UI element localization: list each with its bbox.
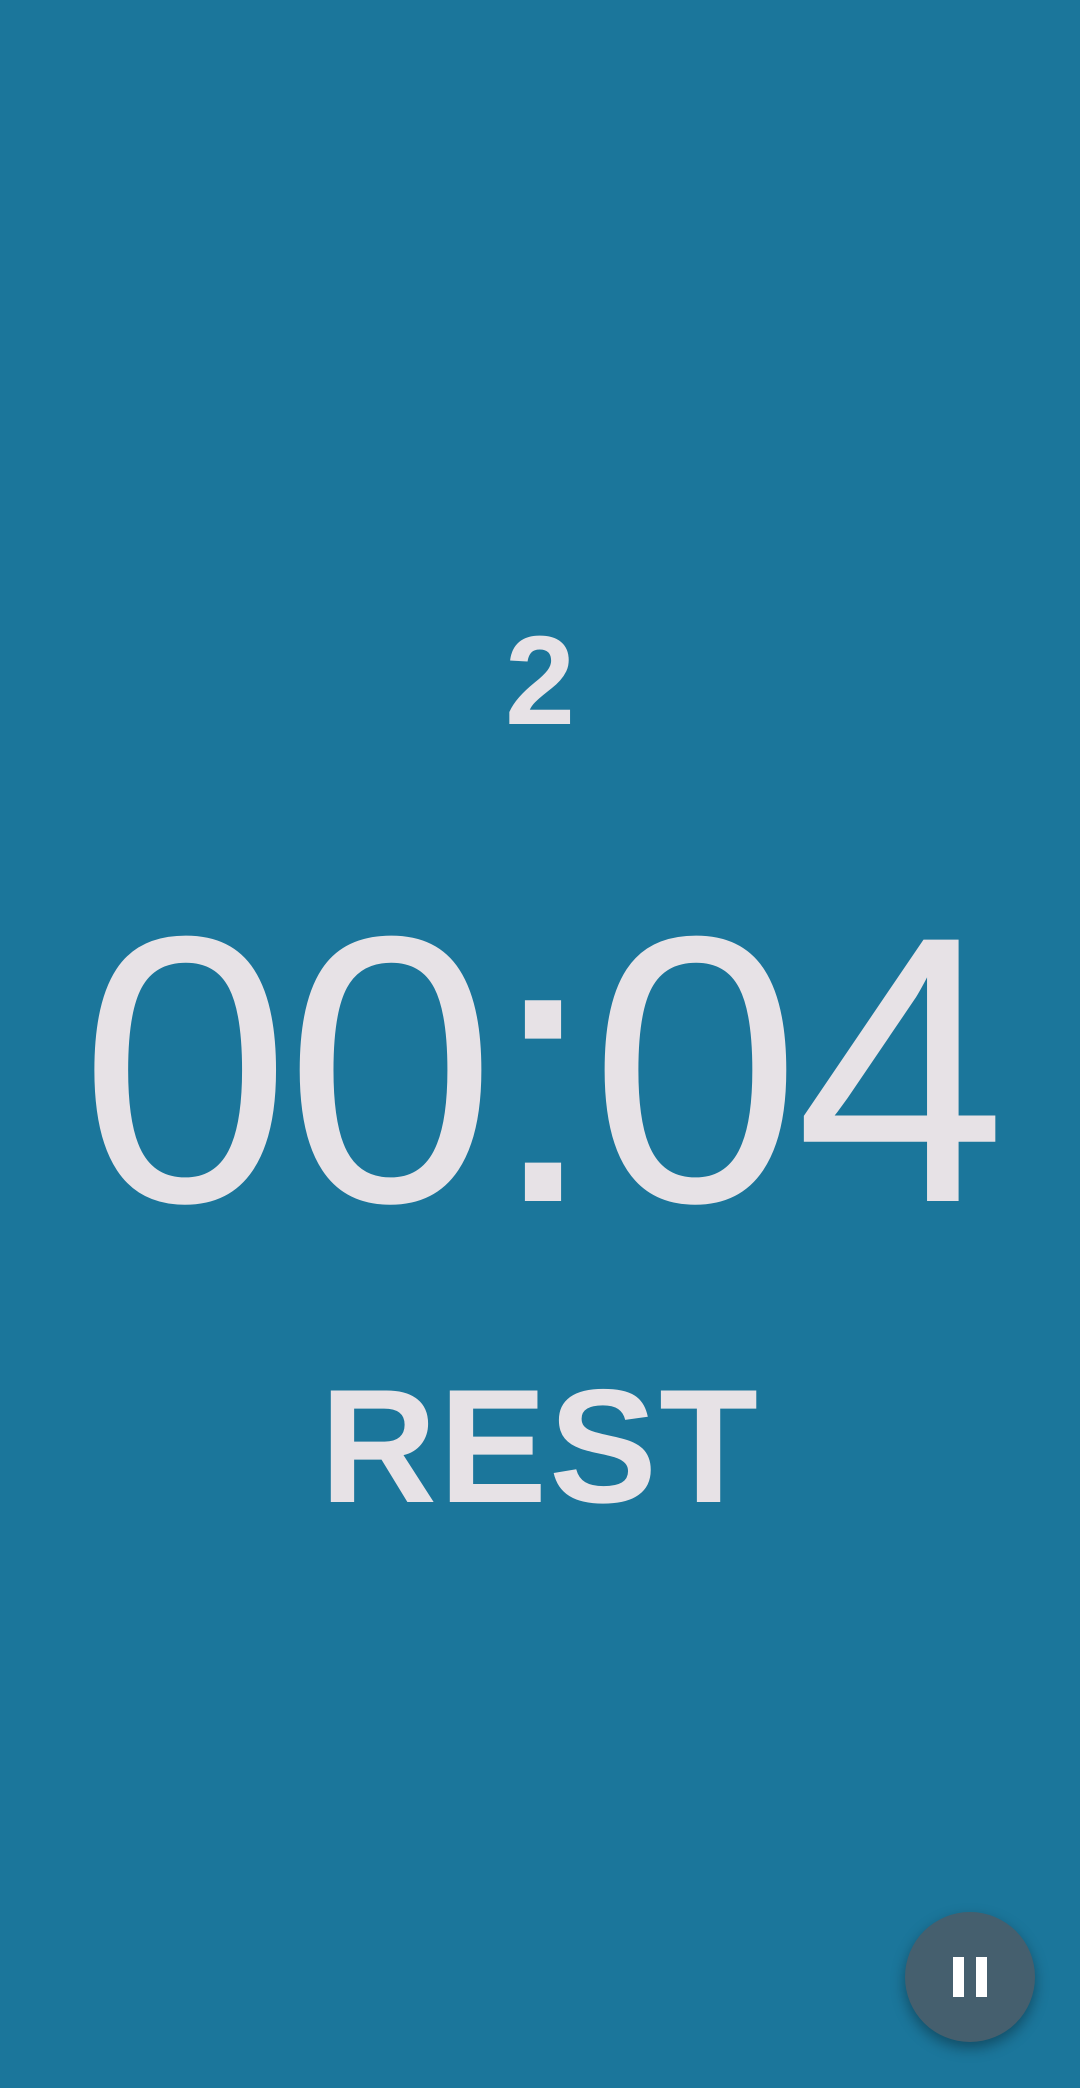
pause-icon-bar-left: [953, 1957, 964, 1997]
pause-icon: [953, 1957, 987, 1997]
timer-screen: 2 00:04 REST: [0, 0, 1080, 2088]
phase-label: REST: [319, 1356, 761, 1537]
pause-button[interactable]: [905, 1912, 1035, 2042]
timer-display: 00:04: [79, 857, 1007, 1282]
round-number: 2: [504, 610, 576, 751]
pause-icon-bar-right: [976, 1957, 987, 1997]
